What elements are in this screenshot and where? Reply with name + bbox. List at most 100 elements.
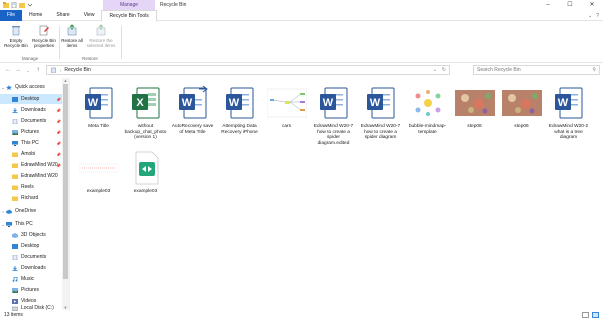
scroll-up-icon[interactable]: ▲ <box>62 78 69 83</box>
sidebar-item-amobi[interactable]: Amobi 📌 <box>0 149 62 159</box>
close-button[interactable]: ✕ <box>581 0 603 10</box>
sidebar-item-richard[interactable]: Richard <box>0 193 62 203</box>
file-item[interactable]: step06 <box>452 84 497 130</box>
file-item[interactable]: cars <box>264 84 309 130</box>
sidebar-item-label: Desktop <box>21 96 40 102</box>
word-autorecover-icon: W <box>178 85 208 119</box>
file-item[interactable]: W AutoRecovery save of Meta Title <box>170 84 215 135</box>
search-input[interactable]: Search Recycle Bin ⚲ <box>473 65 600 75</box>
sidebar-item-pc-pictures[interactable]: Pictures <box>0 285 62 295</box>
pictures-icon <box>12 287 18 293</box>
tab-file[interactable]: File <box>0 9 22 21</box>
pin-icon[interactable]: 📌 <box>56 119 61 124</box>
onedrive-label: OneDrive <box>15 208 37 214</box>
this-pc-label: This PC <box>15 221 33 227</box>
sidebar-item-label: Music <box>21 276 35 282</box>
cloud-icon <box>6 209 12 214</box>
tab-view[interactable]: View <box>77 10 102 21</box>
file-item[interactable]: step06 <box>499 84 544 130</box>
sidebar-item-downloads[interactable]: Downloads 📌 <box>0 105 62 115</box>
properties-icon[interactable] <box>11 1 17 9</box>
recycle-bin-properties-button[interactable]: Recycle Bin properties <box>30 24 58 48</box>
chevron-down-icon[interactable]: ⌄ <box>588 13 592 19</box>
file-item[interactable]: W Attempting Data Recovery iPhone <box>217 84 262 135</box>
sidebar-item-label: Downloads <box>21 107 46 113</box>
sidebar-item-onedrive[interactable]: › OneDrive <box>0 206 62 216</box>
file-item[interactable]: W EdrawMind W20-2 what is a tree diagram <box>546 84 591 141</box>
pin-icon[interactable]: 📌 <box>56 152 61 157</box>
forward-arrow-icon[interactable]: → <box>13 67 23 73</box>
file-thumbnail: W <box>173 84 213 122</box>
address-bar[interactable]: › Recycle Bin ⌄ ↻ <box>46 65 450 75</box>
file-name: AutoRecovery save of Meta Title <box>171 124 214 135</box>
restore-group: Restore all items Restore the selected i… <box>60 24 120 61</box>
restore-all-items-button[interactable]: Restore all items <box>61 24 83 48</box>
file-thumbnail <box>407 84 448 122</box>
ribbon-right-controls: ⌄ ? <box>588 10 599 21</box>
new-folder-icon[interactable] <box>19 2 25 8</box>
file-thumbnail: X <box>126 84 166 122</box>
pin-icon[interactable]: 📌 <box>56 163 61 168</box>
search-icon: ⚲ <box>592 67 596 73</box>
file-item[interactable]: example03 <box>123 149 168 195</box>
file-name: step06 <box>467 124 482 129</box>
file-item[interactable]: W EdrawMind W20-7 how to create a spider … <box>311 84 356 146</box>
file-item[interactable]: W Meta Title <box>76 84 121 130</box>
empty-recycle-bin-button[interactable]: Empty Recycle Bin <box>4 24 28 48</box>
restore-selected-items-label: Restore the selected items <box>86 38 116 48</box>
help-icon[interactable]: ? <box>596 13 599 19</box>
sidebar-item-this-pc[interactable]: ⌄ This PC <box>0 219 62 229</box>
recycle-bin-icon <box>12 26 20 36</box>
file-item[interactable]: bubble-mindmap-template <box>405 84 450 135</box>
sidebar-item-3d-objects[interactable]: 3D Objects <box>0 230 62 240</box>
minimize-button[interactable]: – <box>537 0 559 10</box>
back-arrow-icon[interactable]: ← <box>3 67 13 73</box>
file-name: EdrawMind W20-2 what is a tree diagram <box>548 124 589 141</box>
quick-access-label: Quick access <box>15 84 45 90</box>
file-item[interactable]: example03 <box>76 149 121 195</box>
explorer-icon[interactable] <box>3 2 9 8</box>
pin-icon[interactable]: 📌 <box>56 97 61 102</box>
sidebar-item-pc-desktop[interactable]: Desktop <box>0 241 62 251</box>
file-thumbnail <box>501 84 542 122</box>
documents-icon <box>12 118 18 124</box>
customize-dropdown-icon[interactable] <box>27 2 33 8</box>
sidebar-item-this-pc-pinned[interactable]: This PC 📌 <box>0 138 62 148</box>
sidebar-item-label: Downloads <box>21 265 46 271</box>
tab-share[interactable]: Share <box>49 10 76 21</box>
sidebar-item-edrawmind-w20-pinned[interactable]: EdrawMind W20 📌 <box>0 160 62 170</box>
sidebar-item-pictures[interactable]: Pictures 📌 <box>0 127 62 137</box>
sidebar-item-label: This PC <box>21 140 39 146</box>
mindmap-thumbnail-icon <box>266 88 307 118</box>
restore-selected-items-button[interactable]: Restore the selected items <box>83 24 119 48</box>
file-item[interactable]: Xwithout backup_chat_photo (version 1) <box>123 84 168 141</box>
recycle-bin-properties-label: Recycle Bin properties <box>32 38 56 48</box>
tab-home[interactable]: Home <box>22 10 49 21</box>
tab-recycle-bin-tools[interactable]: Recycle Bin Tools <box>101 9 157 22</box>
large-icons-view-icon[interactable] <box>592 312 599 318</box>
download-icon <box>12 107 18 113</box>
sidebar-item-documents[interactable]: Documents 📌 <box>0 116 62 126</box>
pin-icon[interactable]: 📌 <box>56 108 61 113</box>
maximize-button[interactable]: ☐ <box>559 0 581 10</box>
scrollbar-thumb[interactable] <box>63 84 68 279</box>
sidebar-item-reels[interactable]: Reels <box>0 182 62 192</box>
details-view-icon[interactable] <box>582 312 589 318</box>
breadcrumb-recycle-bin[interactable]: Recycle Bin <box>64 67 90 73</box>
sidebar-item-music[interactable]: Music <box>0 274 62 284</box>
sidebar-item-pc-downloads[interactable]: Downloads <box>0 263 62 273</box>
sidebar-item-quick-access[interactable]: ⌄ Quick access <box>0 82 62 92</box>
pin-icon[interactable]: 📌 <box>56 141 61 146</box>
sidebar-item-edrawmind-w20[interactable]: EdrawMind W20 <box>0 171 62 181</box>
sidebar-item-pc-documents[interactable]: Documents <box>0 252 62 262</box>
pin-icon[interactable]: 📌 <box>56 130 61 135</box>
sidebar-item-desktop[interactable]: Desktop 📌 <box>0 94 62 104</box>
address-dropdown-icon[interactable]: ⌄ <box>433 67 437 73</box>
refresh-icon[interactable]: ↻ <box>442 67 446 73</box>
file-item[interactable]: W EdrawMind W20-7 how to create a spider … <box>358 84 403 141</box>
sidebar-scrollbar[interactable]: ▲ ▼ <box>62 78 69 310</box>
word-icon: W <box>84 87 112 119</box>
ribbon-panel: Empty Recycle Bin Recycle Bin properties… <box>0 22 603 63</box>
recent-locations-chevron-icon[interactable]: ⌄ <box>23 68 33 73</box>
up-arrow-icon[interactable]: ↑ <box>33 67 43 73</box>
